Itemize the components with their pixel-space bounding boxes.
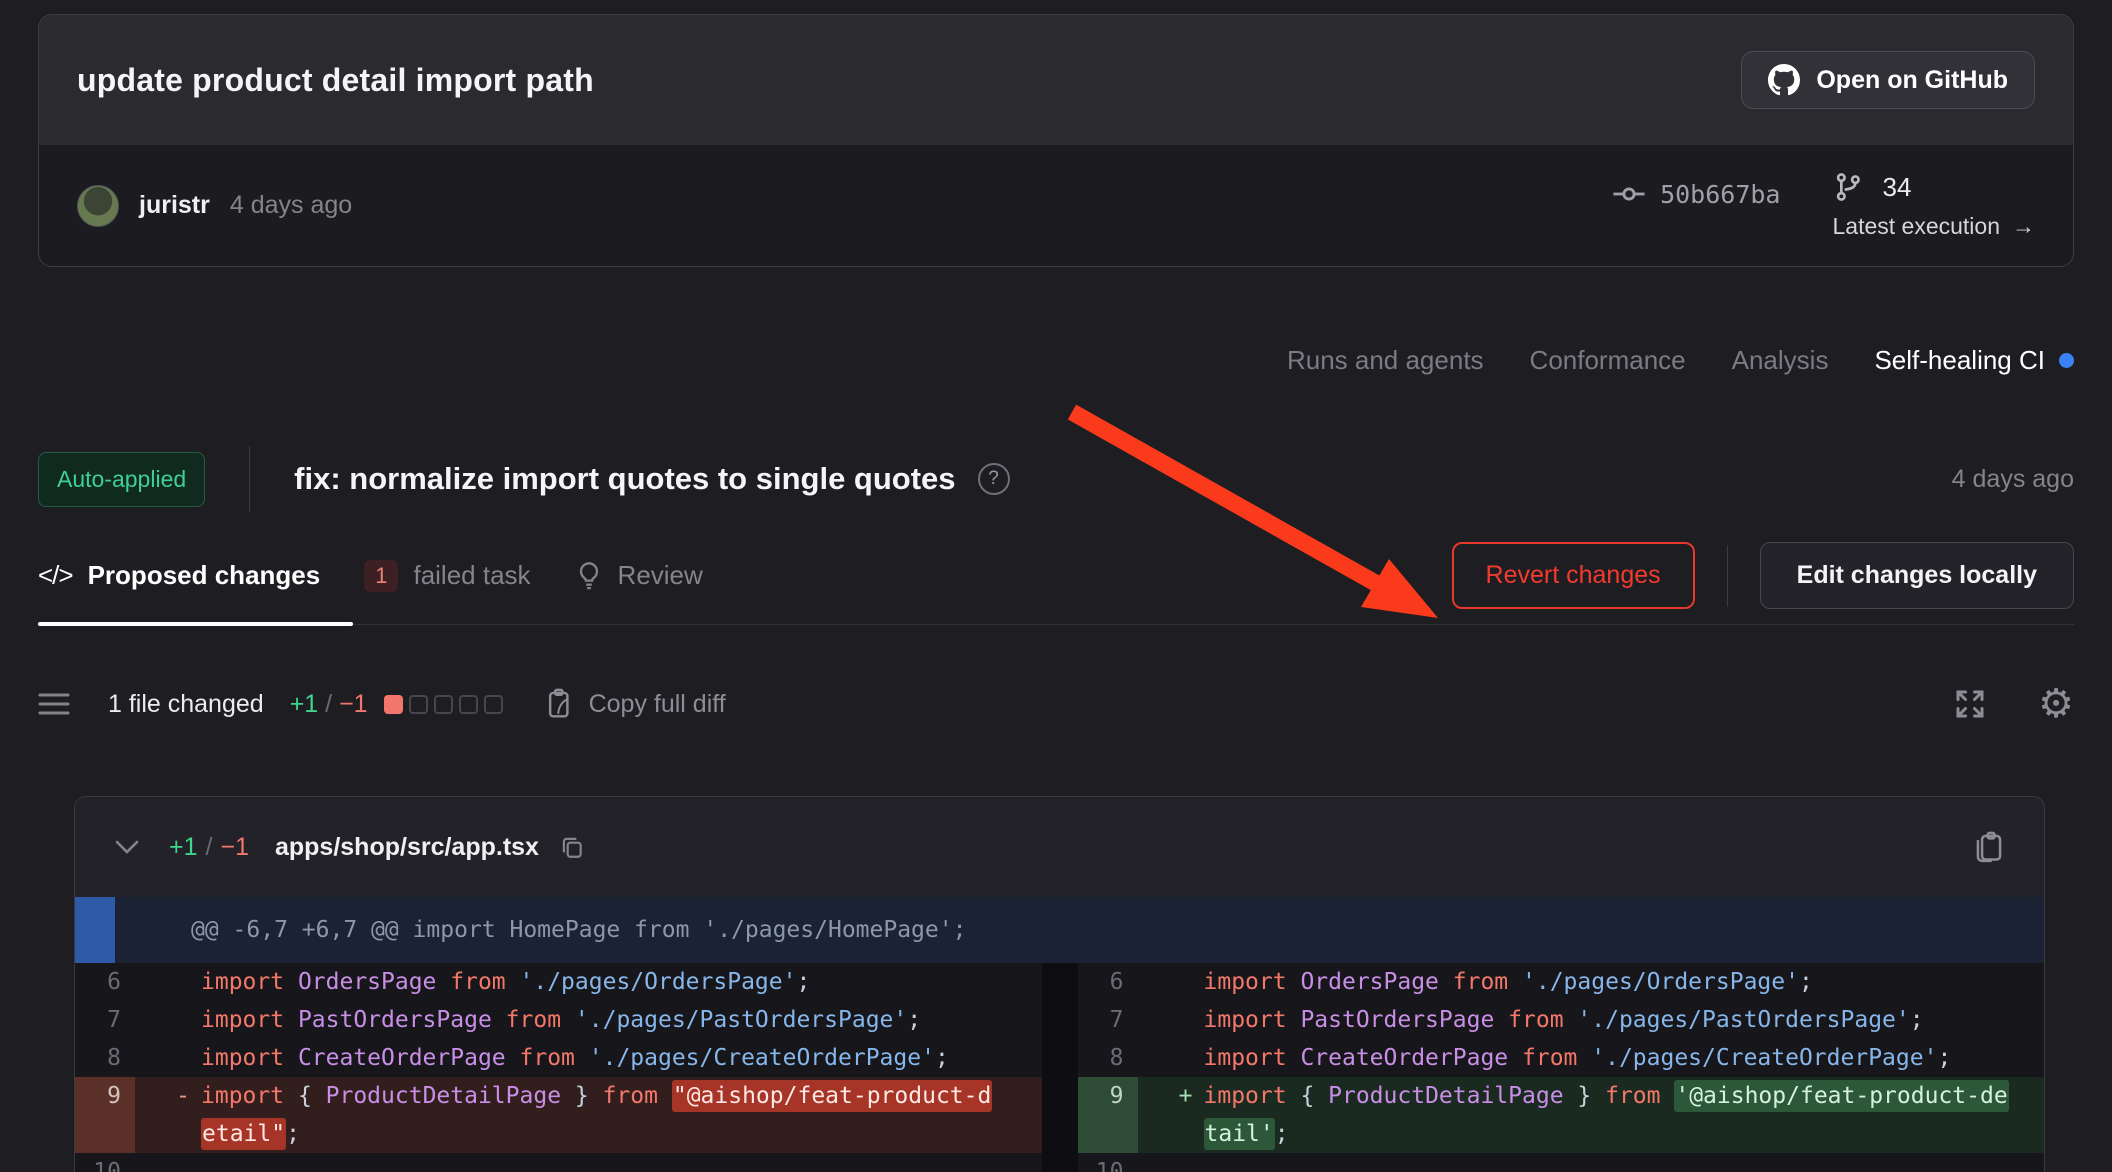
commit-meta: 50b667ba 34 <box>1612 171 2035 240</box>
commit-hash-group[interactable]: 50b667ba <box>1612 177 1780 211</box>
ratio-square <box>409 695 428 714</box>
diff-line: 9+import { ProductDetailPage } from '@ai… <box>1078 1077 2045 1153</box>
diff-hunk-header: @@ -6,7 +6,7 @@ import HomePage from './… <box>75 897 2044 963</box>
file-additions: +1 <box>169 833 198 862</box>
failed-count-badge: 1 <box>364 560 398 592</box>
lightbulb-icon <box>575 561 603 591</box>
file-diff-header: +1 / −1 apps/shop/src/app.tsx <box>75 797 2044 897</box>
page-title: update product detail import path <box>77 62 594 99</box>
ratio-square <box>484 695 503 714</box>
stat-separator: / <box>325 690 332 718</box>
workspace-nav: Runs and agents Conformance Analysis Sel… <box>38 345 2074 376</box>
hunk-text: @@ -6,7 +6,7 @@ import HomePage from './… <box>191 917 966 943</box>
tab-review[interactable]: Review <box>575 560 703 591</box>
diff-line: 10 <box>1078 1153 2045 1172</box>
commit-header-card: update product detail import path Open o… <box>38 14 2074 267</box>
latest-execution-label: Latest execution <box>1832 213 2000 240</box>
diff-line: 6import OrdersPage from './pages/OrdersP… <box>75 963 1042 1001</box>
diff-line: 10 <box>75 1153 1042 1172</box>
tab-failed-task-label: failed task <box>413 560 530 591</box>
github-icon <box>1768 64 1800 96</box>
branch-count: 34 <box>1882 172 1911 203</box>
fix-actions: Revert changes Edit changes locally <box>1452 542 2074 609</box>
file-path: apps/shop/src/app.tsx <box>275 833 539 862</box>
fix-header-row: Auto-applied fix: normalize import quote… <box>38 446 2074 512</box>
commit-icon <box>1612 177 1646 211</box>
diff-line: 6import OrdersPage from './pages/OrdersP… <box>1078 963 2045 1001</box>
tabs-underline <box>38 621 2074 626</box>
nav-self-healing-ci[interactable]: Self-healing CI <box>1874 345 2074 376</box>
nav-self-healing-ci-label: Self-healing CI <box>1874 345 2045 376</box>
hunk-gutter-block <box>75 897 115 963</box>
diff-right-pane: 6import OrdersPage from './pages/OrdersP… <box>1078 963 2045 1172</box>
ratio-square <box>459 695 478 714</box>
copy-full-diff-label: Copy full diff <box>589 690 726 719</box>
nav-runs-and-agents[interactable]: Runs and agents <box>1287 345 1484 376</box>
avatar <box>77 185 119 227</box>
files-changed-label: 1 file changed <box>108 690 264 719</box>
diff-ratio-squares <box>384 695 503 714</box>
fullscreen-icon[interactable] <box>1952 686 1988 722</box>
diff-line: 9-import { ProductDetailPage } from "@ai… <box>75 1077 1042 1153</box>
author-name: juristr <box>139 191 210 220</box>
active-tab-indicator <box>38 622 353 626</box>
nav-conformance[interactable]: Conformance <box>1530 345 1686 376</box>
diff-line: 7import PastOrdersPage from './pages/Pas… <box>75 1001 1042 1039</box>
diff-panes: 6import OrdersPage from './pages/OrdersP… <box>75 963 2044 1172</box>
diff-toolbar: 1 file changed +1 / −1 Copy full diff <box>38 684 2074 724</box>
ratio-square <box>384 695 403 714</box>
code-icon: </> <box>38 560 73 591</box>
divider <box>249 446 250 512</box>
git-branch-icon <box>1832 171 1864 203</box>
author-group: juristr 4 days ago <box>77 185 352 227</box>
tab-proposed-changes-label: Proposed changes <box>88 560 321 591</box>
open-on-github-label: Open on GitHub <box>1816 66 2008 95</box>
arrow-right-icon: → <box>2012 213 2035 240</box>
copy-full-diff-button[interactable]: Copy full diff <box>545 688 726 720</box>
copy-file-diff-icon[interactable] <box>1972 829 2006 865</box>
ratio-square <box>434 695 453 714</box>
diff-left-pane: 6import OrdersPage from './pages/OrdersP… <box>75 963 1042 1172</box>
chevron-down-icon[interactable] <box>113 838 141 856</box>
execution-group: 34 Latest execution → <box>1832 171 2035 240</box>
commit-meta-section: juristr 4 days ago 50b667ba <box>39 145 2073 266</box>
tab-review-label: Review <box>618 560 703 591</box>
revert-changes-button[interactable]: Revert changes <box>1452 542 1695 609</box>
file-stat-separator: / <box>206 833 213 862</box>
edit-changes-locally-button[interactable]: Edit changes locally <box>1760 542 2074 609</box>
commit-title-section: update product detail import path Open o… <box>39 15 2073 145</box>
deletions-count: −1 <box>339 690 368 718</box>
tab-proposed-changes[interactable]: </> Proposed changes <box>38 560 320 591</box>
additions-count: +1 <box>290 690 319 718</box>
open-on-github-button[interactable]: Open on GitHub <box>1741 51 2035 109</box>
latest-execution-link[interactable]: Latest execution → <box>1832 213 2035 240</box>
diff-line: 8import CreateOrderPage from './pages/Cr… <box>1078 1039 2045 1077</box>
diff-stats: +1 / −1 <box>290 690 368 719</box>
file-diff-stats: +1 / −1 <box>169 833 249 862</box>
self-healing-ci-page: update product detail import path Open o… <box>0 0 2112 1172</box>
active-dot-icon <box>2059 353 2074 368</box>
nav-analysis[interactable]: Analysis <box>1732 345 1829 376</box>
copy-path-icon[interactable] <box>559 834 585 860</box>
diff-line: 7import PastOrdersPage from './pages/Pas… <box>1078 1001 2045 1039</box>
settings-gear-icon[interactable]: ⚙ <box>2038 684 2074 724</box>
commit-time-ago: 4 days ago <box>230 191 352 220</box>
tabs-row: </> Proposed changes 1 failed task Revie… <box>38 542 2074 609</box>
fix-title: fix: normalize import quotes to single q… <box>294 461 955 497</box>
divider <box>1727 545 1728 607</box>
pane-divider <box>1042 963 1078 1172</box>
help-icon[interactable]: ? <box>978 463 1010 495</box>
diff-line: 8import CreateOrderPage from './pages/Cr… <box>75 1039 1042 1077</box>
branch-group[interactable]: 34 <box>1832 171 1911 203</box>
commit-hash: 50b667ba <box>1660 180 1780 209</box>
tab-failed-task[interactable]: 1 failed task <box>364 560 530 592</box>
fix-time-ago: 4 days ago <box>1952 465 2074 494</box>
file-diff-card: +1 / −1 apps/shop/src/app.tsx <box>74 796 2045 1172</box>
auto-applied-badge: Auto-applied <box>38 452 205 507</box>
file-list-menu-icon[interactable] <box>38 692 70 716</box>
clipboard-icon <box>545 688 575 720</box>
file-deletions: −1 <box>220 833 249 862</box>
